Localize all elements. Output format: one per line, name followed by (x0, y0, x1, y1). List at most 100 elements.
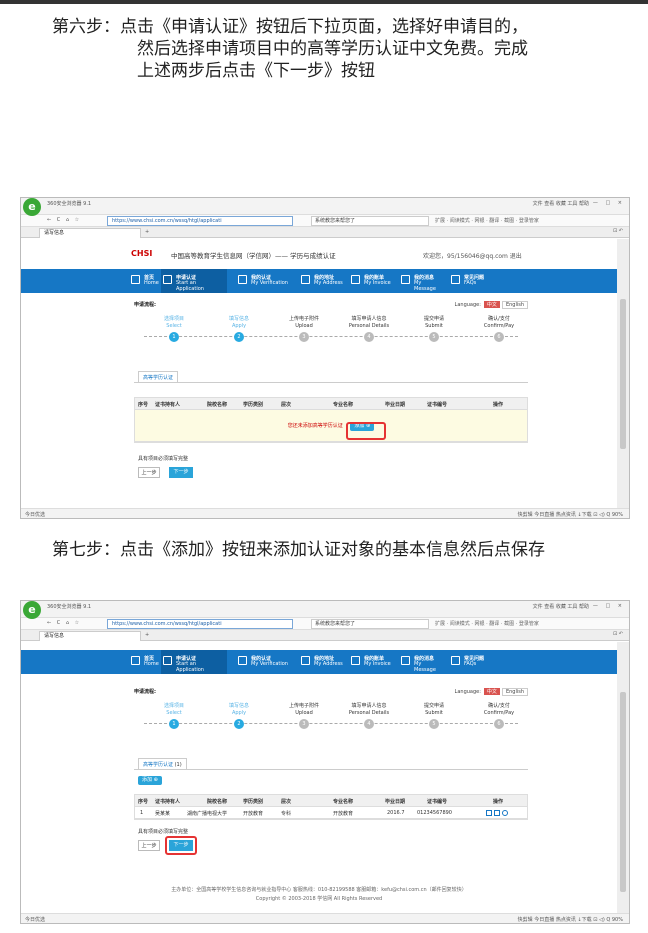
step-dot-1: 1 (169, 719, 179, 729)
lang-cn-button[interactable]: 中文 (483, 301, 500, 308)
nav-apply[interactable]: 申请认证 Start an Application (161, 269, 227, 293)
section-divider-2 (134, 769, 528, 770)
footer-line-2: Copyright © 2003-2018 学信网 All Rights Res… (255, 896, 383, 902)
browser-title: 360安全浏览器 9.1 (47, 201, 92, 207)
cert-table-empty: 序号 证书持有人 院校名称 学历类别 层次 专业名称 毕业日期 证书编号 操作 … (134, 397, 528, 443)
step-dot-6: 6 (494, 332, 504, 342)
step6-line-1: 第六步：点击《申请认证》按钮后下拉页面，选择好申请目的， (52, 17, 528, 37)
page-content-2: 首页 Home 申请认证 Start an Application 我的认证 My Ve… (21, 642, 617, 915)
tab-tools-2[interactable]: ⊡ ↶ (613, 631, 623, 637)
nav-faq[interactable]: 常见问题 FAQs (449, 273, 515, 291)
prev-button[interactable]: 上一步 (138, 467, 160, 478)
address-bar: ← C ⌂ ☆ https://www.chsi.com.cn/wssq/htg… (21, 215, 629, 227)
scroll-thumb[interactable] (620, 299, 626, 449)
nav-verification-2[interactable]: 我的认证 My Verification (236, 654, 302, 672)
address-icon (301, 656, 310, 665)
search-input-2[interactable]: 系统教您来帮您了 (311, 619, 429, 629)
nav-buttons[interactable]: ← C ⌂ ☆ (47, 217, 81, 223)
empty-text: 您还未添加高等学历认证 (287, 423, 343, 429)
browser-menu[interactable]: 文件 查看 收藏 工具 帮助 (533, 200, 589, 207)
window-controls-2[interactable]: — □ × (593, 603, 625, 609)
home-icon (131, 275, 140, 284)
browser-screenshot-2: e 360安全浏览器 9.1 文件 查看 收藏 工具 帮助 — □ × ← C … (20, 600, 630, 924)
step-label-5: 提交申请 Submit (423, 316, 444, 329)
address-tools[interactable]: 扩展 · 阅读模式 · 网银 · 翻译 · 截图 · 登录管家 (435, 217, 539, 224)
step-label-4: 填写申请人信息 Personal Details (348, 703, 390, 716)
window-controls[interactable]: — □ × (593, 200, 625, 206)
next-button[interactable]: 下一步 (169, 467, 193, 478)
step-label-6: 确认/支付 Confirm/Pay (483, 703, 515, 716)
prev-button-2[interactable]: 上一步 (138, 840, 160, 851)
empty-row: 您还未添加高等学历认证 添加 ⊕ (135, 410, 527, 442)
required-hint: 具有项目必须填写完整 (138, 456, 189, 462)
status-left-2[interactable]: 今日优选 (25, 916, 45, 923)
tab-strip-2: 请写信息 + ⊡ ↶ (21, 630, 629, 641)
address-icon (301, 275, 310, 284)
progress-title-2: 申请流程: (134, 689, 156, 695)
step-dot-4: 4 (364, 719, 374, 729)
nav-verification[interactable]: 我的认证 My Verification (236, 273, 302, 291)
status-right[interactable]: 快剪辑 今日直播 热点资讯 ↓下载 ⊡ ◁) Q 90% (518, 511, 623, 518)
nav-buttons-2[interactable]: ← C ⌂ ☆ (47, 620, 81, 626)
language-switch-2: Language: 中文 English (455, 688, 528, 696)
step-label-1: 选择项目 Select (163, 703, 184, 716)
invoice-icon (351, 275, 360, 284)
status-right-2[interactable]: 快剪辑 今日直播 热点资讯 ↓下载 ⊡ ◁) Q 90% (518, 916, 623, 923)
progress-section: 申请流程: Language: 中文 English 选择项目 Select 填写信息… (134, 301, 528, 391)
step-dot-2: 2 (234, 719, 244, 729)
nav-faq-2[interactable]: 常见问题 FAQs (449, 654, 515, 672)
status-bar: 今日优选 快剪辑 今日直播 热点资讯 ↓下载 ⊡ ◁) Q 90% (21, 508, 629, 518)
status-left[interactable]: 今日优选 (25, 511, 45, 518)
progress-line-2 (144, 723, 518, 724)
browser-screenshot-1: e 360安全浏览器 9.1 文件 查看 收藏 工具 帮助 — □ × ← C … (20, 197, 630, 519)
step-label-1: 选择项目 Select (163, 316, 184, 329)
user-info[interactable]: 欢迎您，95/156046@qq.com 退出 (423, 251, 522, 260)
tab-active[interactable]: 请写信息 (39, 228, 141, 238)
tab-strip: 请写信息 + ⊡ ↶ (21, 227, 629, 238)
row-actions (485, 810, 509, 817)
view-icon[interactable] (502, 810, 508, 816)
tab-active-2[interactable]: 请写信息 (39, 631, 141, 641)
table-row: 1 吴某某 湖南广播电视大学 开放教育 专科 开放教育 2016.7 01234… (135, 807, 527, 819)
cert-table: 序号 证书持有人 院校名称 学历类别 层次 专业名称 毕业日期 证书编号 操作 … (134, 794, 528, 820)
address-bar-2: ← C ⌂ ☆ https://www.chsi.com.cn/wssq/htg… (21, 618, 629, 630)
delete-icon[interactable] (494, 810, 500, 816)
step-dot-3: 3 (299, 332, 309, 342)
verification-icon (238, 275, 247, 284)
lang-en-button-2[interactable]: English (501, 688, 528, 696)
step-label-4: 填写申请人信息 Personal Details (348, 316, 390, 329)
step-label-6: 确认/支付 Confirm/Pay (483, 316, 515, 329)
url-input-2[interactable]: https://www.chsi.com.cn/wssq/htgl/applic… (107, 619, 293, 629)
scrollbar[interactable] (617, 239, 629, 510)
search-input[interactable]: 系统教您来帮您了 (311, 216, 429, 226)
browser-titlebar-2: e 360安全浏览器 9.1 文件 查看 收藏 工具 帮助 — □ × (21, 601, 629, 619)
lang-cn-button-2[interactable]: 中文 (483, 688, 500, 695)
new-tab-button-2[interactable]: + (145, 632, 149, 638)
faq-icon (451, 656, 460, 665)
edit-icon[interactable] (486, 810, 492, 816)
url-input[interactable]: https://www.chsi.com.cn/wssq/htgl/applic… (107, 216, 293, 226)
main-nav: 首页 Home 申请认证 Start an Application 我的认证 My Ve… (21, 269, 617, 293)
language-switch: Language: 中文 English (455, 301, 528, 309)
step-label-3: 上传电子附件 Upload (288, 703, 319, 716)
browser-menu-2[interactable]: 文件 查看 收藏 工具 帮助 (533, 603, 589, 610)
lang-en-button[interactable]: English (501, 301, 528, 309)
footer: 主办单位：全国高等学校学生信息咨询与就业指导中心 客服热线：010-821995… (21, 886, 617, 904)
browser-logo-icon: e (23, 198, 41, 216)
step-label-3: 上传电子附件 Upload (288, 316, 319, 329)
site-name: 中国高等教育学生信息网（学信网）—— 学历与成绩认证 (171, 252, 336, 260)
scrollbar-2[interactable] (617, 642, 629, 915)
section-divider (134, 382, 528, 383)
add-button-2[interactable]: 添加 ⊕ (138, 776, 162, 785)
new-tab-button[interactable]: + (145, 229, 149, 235)
scroll-thumb-2[interactable] (620, 692, 626, 892)
site-logo[interactable]: CHSI (131, 249, 152, 258)
message-icon (401, 656, 410, 665)
highlight-add (346, 422, 386, 440)
address-tools-2[interactable]: 扩展 · 阅读模式 · 网银 · 翻译 · 截图 · 登录管家 (435, 620, 539, 627)
nav-apply-2[interactable]: 申请认证 Start an Application (161, 650, 227, 674)
checkbox-icon (163, 275, 172, 284)
step-dot-4: 4 (364, 332, 374, 342)
tab-tools[interactable]: ⊡ ↶ (613, 228, 623, 234)
invoice-icon (351, 656, 360, 665)
